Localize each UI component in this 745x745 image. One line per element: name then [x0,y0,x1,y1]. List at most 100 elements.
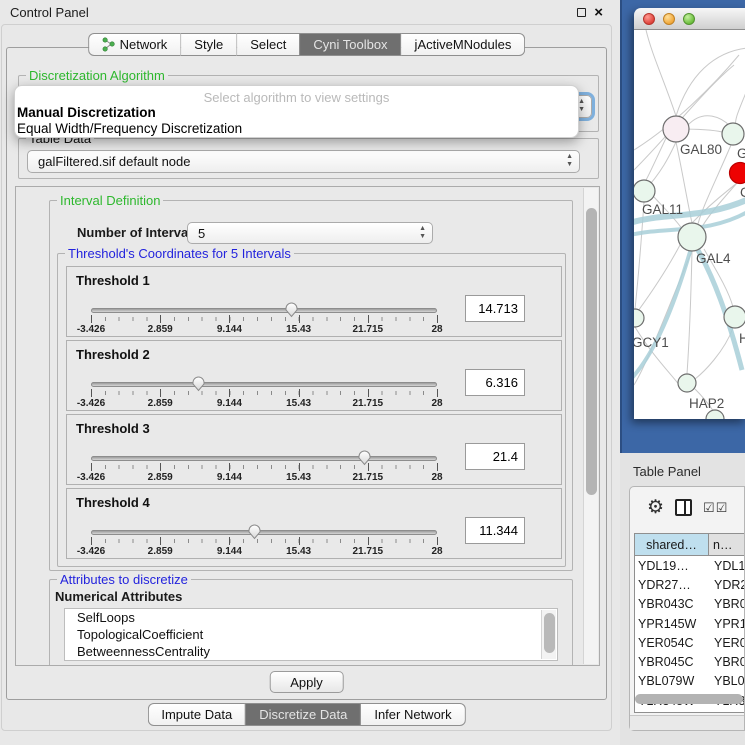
tab-impute-data[interactable]: Impute Data [147,703,245,726]
numerical-attributes-list[interactable]: SelfLoopsTopologicalCoefficientBetweenne… [64,608,558,661]
table-row[interactable]: YDR27…YDR2 [635,575,744,594]
close-traffic-light-icon[interactable] [643,13,655,25]
thresholds-group: Threshold's Coordinates for 5 Intervals … [57,253,566,567]
threshold-label: Threshold 3 [76,421,150,436]
gear-icon[interactable]: ⚙ [647,498,664,517]
network-canvas[interactable]: GAL80 GA C GAL11 GAL4 GCY1 H HAP2 [634,30,745,419]
table-row[interactable]: YBL079WYBL0 [635,672,744,691]
table-data-combobox[interactable]: galFiltered.sif default node ▲▼ [27,150,580,173]
column-layout-icon[interactable] [675,499,692,516]
tick-label: 2.859 [148,472,173,483]
tab-select[interactable]: Select [236,33,299,56]
table-cell: YDR27… [635,578,709,592]
tick-mark [229,315,230,323]
cyni-toolbox-panel: Discretization Algorithm ▲▼ Select algor… [6,47,607,700]
threshold-value[interactable]: 11.344 [465,517,525,544]
column-header-shared-name[interactable]: shared… [635,534,709,555]
slider-track[interactable] [91,530,437,535]
tick-label: 9.144 [217,324,242,335]
table-cell: YDL1 [709,559,744,573]
table-row[interactable]: YER054CYER0 [635,633,744,652]
tab-style[interactable]: Style [180,33,236,56]
slider-ticks [91,538,437,544]
threshold-panel: Threshold 1 -3.4262.8599.14415.4321.7152… [66,266,562,337]
threshold-value[interactable]: 14.713 [465,295,525,322]
tick-label: 2.859 [148,324,173,335]
settings-scrollpane: Interval Definition Number of Intervals … [15,186,600,666]
threshold-slider[interactable]: -3.4262.8599.14415.4321.71528 [91,301,437,335]
tick-mark [437,315,438,323]
apply-button[interactable]: Apply [269,671,344,693]
tab-jactivemnodules[interactable]: jActiveMNodules [402,33,526,56]
tick-mark [437,463,438,471]
table-cell: YBR045C [635,655,709,669]
column-header-name[interactable]: n… [709,534,744,555]
network-window-titlebar[interactable] [634,8,745,30]
threshold-value[interactable]: 21.4 [465,443,525,470]
slider-ticks [91,390,437,396]
node-red [730,163,745,184]
table-row[interactable]: YDL19…YDL1 [635,556,744,575]
network-nodes[interactable] [634,116,745,419]
tab-cyni-toolbox[interactable]: Cyni Toolbox [299,33,401,56]
table-panel: Table Panel ⚙ ☑☑ shared… n… YDL19…YDL1YD… [620,453,745,745]
float-window-icon[interactable] [577,8,586,17]
tick-label: 28 [431,546,442,557]
stepper-arrows-icon: ▲▼ [578,98,585,114]
tick-mark [229,463,230,471]
threshold-panel: Threshold 4 -3.4262.8599.14415.4321.7152… [66,488,562,559]
node-label: C [740,185,745,200]
tick-label: 15.43 [286,398,311,409]
threshold-slider[interactable]: -3.4262.8599.14415.4321.71528 [91,375,437,409]
settings-scrollbar-thumb[interactable] [586,208,597,495]
attributes-scrollbar[interactable] [541,610,556,659]
table-horizontal-scrollbar[interactable] [635,694,743,704]
node-label: GAL11 [642,202,683,217]
zoom-traffic-light-icon[interactable] [683,13,695,25]
tab-discretize-data[interactable]: Discretize Data [245,703,361,726]
settings-scrollbar[interactable] [583,188,598,664]
slider-track[interactable] [91,308,437,313]
threshold-label: Threshold 2 [76,347,150,362]
attribute-item[interactable]: BetweennessCentrality [65,643,557,660]
table-row[interactable]: YPR145WYPR1 [635,614,744,633]
number-of-intervals-combobox[interactable]: 5 ▲▼ [187,222,433,244]
close-icon[interactable]: × [594,5,603,20]
tick-mark [91,463,92,471]
tick-mark [229,537,230,545]
tick-label: 2.859 [148,546,173,557]
checkbox-icons[interactable]: ☑☑ [703,501,728,514]
discretization-algorithm-group-title: Discretization Algorithm [26,68,168,83]
threshold-slider[interactable]: -3.4262.8599.14415.4321.71528 [91,449,437,483]
threshold-label: Threshold 1 [76,273,150,288]
table-row[interactable]: YBR045CYBR0 [635,652,744,671]
attribute-item[interactable]: TopologicalCoefficient [65,626,557,643]
slider-track[interactable] [91,382,437,387]
table-row[interactable]: YIL052CYIL0 [635,710,744,713]
attribute-item[interactable]: SelfLoops [65,609,557,626]
slider-track[interactable] [91,456,437,461]
table-cell: YBR0 [709,655,744,669]
tick-mark [368,389,369,397]
tab-network[interactable]: Network [88,33,181,56]
tick-label: 9.144 [217,546,242,557]
algorithm-option-equal-width[interactable]: Equal Width/Frequency Discretization [17,121,242,136]
tick-mark [160,537,161,545]
interval-definition-group: Interval Definition Number of Intervals … [49,200,573,571]
tick-label: 15.43 [286,324,311,335]
algorithm-placeholder: Select algorithm to view settings [15,90,578,105]
tick-label: 21.715 [353,546,384,557]
tab-infer-network[interactable]: Infer Network [361,703,465,726]
tick-mark [437,389,438,397]
threshold-value[interactable]: 6.316 [465,369,525,396]
minimize-traffic-light-icon[interactable] [663,13,675,25]
tick-mark [299,389,300,397]
table-cell: YPR145W [635,617,709,631]
tick-label: 28 [431,324,442,335]
table-row[interactable]: YBR043CYBR0 [635,595,744,614]
threshold-slider[interactable]: -3.4262.8599.14415.4321.71528 [91,523,437,557]
algorithm-option-manual[interactable]: Manual Discretization [17,105,156,120]
tick-mark [160,463,161,471]
slider-ticks [91,464,437,470]
tick-mark [299,463,300,471]
